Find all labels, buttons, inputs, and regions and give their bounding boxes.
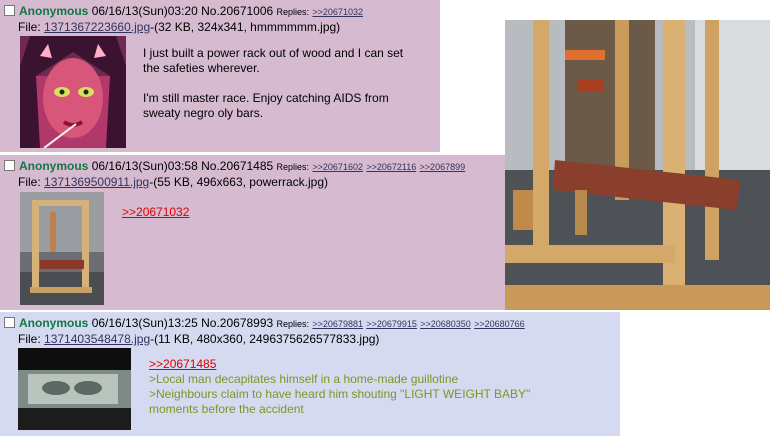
post-message: I just built a power rack out of wood an… bbox=[143, 46, 433, 121]
guillotine-scene-thumbnail-icon bbox=[18, 348, 131, 430]
reply-link[interactable]: >>20671602 bbox=[312, 162, 363, 172]
post-datetime: 06/16/13(Sun)03:20 bbox=[91, 4, 198, 18]
anime-girl-thumbnail-icon bbox=[20, 36, 126, 148]
expanded-image[interactable] bbox=[505, 20, 770, 310]
file-details: -(11 KB, 480x360, 2496375626577833.jpg) bbox=[150, 332, 380, 346]
message-line bbox=[143, 76, 433, 91]
post-header: Anonymous 06/16/13(Sun)03:58 No.20671485… bbox=[4, 159, 465, 173]
message-line: the safeties wherever. bbox=[143, 61, 260, 75]
power-rack-photo-icon bbox=[505, 20, 770, 310]
poster-name: Anonymous bbox=[19, 316, 89, 330]
post-header: Anonymous 06/16/13(Sun)03:20 No.20671006… bbox=[4, 4, 363, 18]
replies-label: Replies: bbox=[276, 319, 310, 329]
reply-link[interactable]: >>20680766 bbox=[474, 319, 525, 329]
thumbnail-image[interactable] bbox=[20, 36, 126, 148]
poster-name: Anonymous bbox=[19, 159, 89, 173]
greentext-line: >Neighbours claim to have heard him shou… bbox=[149, 387, 531, 401]
reply-link[interactable]: >>20679915 bbox=[366, 319, 417, 329]
file-label: File: bbox=[18, 20, 41, 34]
reply-link[interactable]: >>20680350 bbox=[420, 319, 471, 329]
greentext-line: moments before the accident bbox=[149, 402, 304, 416]
message-line: sweaty negro oly bars. bbox=[143, 106, 264, 120]
file-details: -(32 KB, 324x341, hmmmmmm.jpg) bbox=[150, 20, 341, 34]
file-link[interactable]: 1371367223660.jpg bbox=[44, 20, 150, 34]
reply-link[interactable]: >>2067899 bbox=[420, 162, 466, 172]
thumbnail-image[interactable] bbox=[18, 348, 131, 430]
quote-link[interactable]: >>20671032 bbox=[122, 205, 189, 220]
post-checkbox[interactable] bbox=[4, 160, 15, 171]
thumbnail-image[interactable] bbox=[20, 192, 104, 305]
post-number[interactable]: No.20671485 bbox=[201, 159, 273, 173]
post-datetime: 06/16/13(Sun)03:58 bbox=[91, 159, 198, 173]
post-checkbox[interactable] bbox=[4, 317, 15, 328]
file-info: File: 1371367223660.jpg-(32 KB, 324x341,… bbox=[18, 20, 340, 34]
post-message: >>20671032 bbox=[122, 205, 189, 220]
file-details: -(55 KB, 496x663, powerrack.jpg) bbox=[149, 175, 328, 189]
reply-link[interactable]: >>20672116 bbox=[366, 162, 416, 172]
quote-link[interactable]: >>20671485 bbox=[149, 357, 530, 372]
post-datetime: 06/16/13(Sun)13:25 bbox=[91, 316, 198, 330]
post-20671006: Anonymous 06/16/13(Sun)03:20 No.20671006… bbox=[0, 0, 440, 152]
replies-label: Replies: bbox=[276, 7, 310, 17]
power-rack-thumbnail-icon bbox=[20, 192, 104, 305]
file-label: File: bbox=[18, 175, 41, 189]
message-line: I just built a power rack out of wood an… bbox=[143, 46, 404, 60]
post-20678993: Anonymous 06/16/13(Sun)13:25 No.20678993… bbox=[0, 312, 620, 436]
replies-label: Replies: bbox=[276, 162, 310, 172]
post-checkbox[interactable] bbox=[4, 5, 15, 16]
reply-link[interactable]: >>20671032 bbox=[312, 7, 363, 17]
post-message: >>20671485 >Local man decapitates himsel… bbox=[149, 357, 530, 417]
file-link[interactable]: 1371369500911.jpg bbox=[44, 175, 149, 189]
file-info: File: 1371403548478.jpg-(11 KB, 480x360,… bbox=[18, 332, 379, 346]
message-line: I'm still master race. Enjoy catching AI… bbox=[143, 91, 389, 105]
post-number[interactable]: No.20678993 bbox=[201, 316, 273, 330]
file-link[interactable]: 1371403548478.jpg bbox=[44, 332, 150, 346]
greentext-line: >Local man decapitates himself in a home… bbox=[149, 372, 459, 386]
reply-link[interactable]: >>20679881 bbox=[312, 319, 363, 329]
post-number[interactable]: No.20671006 bbox=[201, 4, 273, 18]
poster-name: Anonymous bbox=[19, 4, 89, 18]
post-20671485: Anonymous 06/16/13(Sun)03:58 No.20671485… bbox=[0, 155, 505, 310]
post-header: Anonymous 06/16/13(Sun)13:25 No.20678993… bbox=[4, 316, 525, 330]
file-info: File: 1371369500911.jpg-(55 KB, 496x663,… bbox=[18, 175, 328, 189]
file-label: File: bbox=[18, 332, 41, 346]
